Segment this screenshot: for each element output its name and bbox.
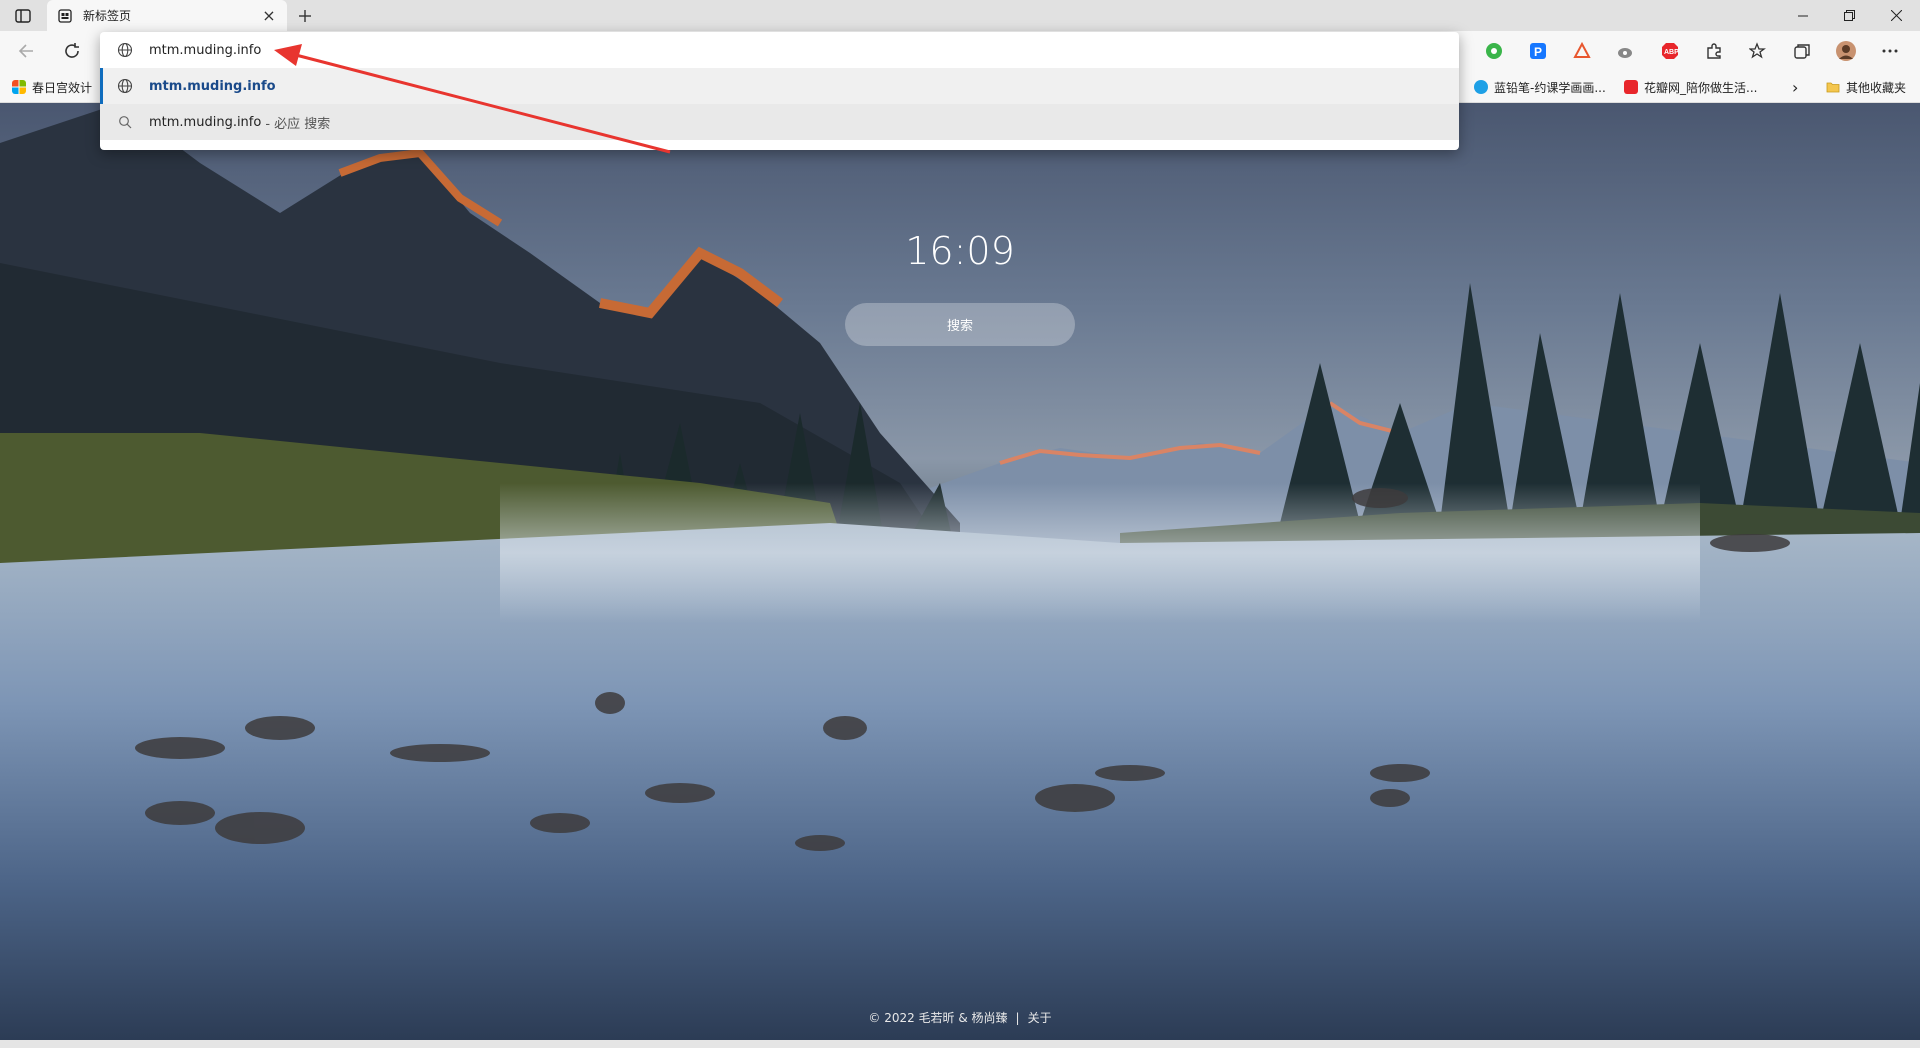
footer: © 2022 毛若昕 & 杨尚臻 | 关于 [0, 1009, 1920, 1026]
refresh-icon[interactable] [58, 39, 86, 63]
plus-icon [299, 10, 311, 22]
extensions-row: P ABP [1462, 39, 1902, 63]
clock: 16:09 [905, 229, 1015, 273]
new-tab-page: 16:09 搜索 © 2022 毛若昕 & 杨尚臻 | 关于 [0, 103, 1920, 1040]
weibo-ext-icon[interactable] [1614, 39, 1638, 63]
globe-icon [116, 41, 134, 59]
favorites-icon[interactable] [1746, 39, 1770, 63]
bookmarks-overflow-chevron-icon[interactable]: › [1792, 71, 1798, 103]
footer-copyright: © 2022 毛若昕 & 杨尚臻 [868, 1011, 1008, 1025]
suggestion-url-text: mtm.muding.info [149, 78, 276, 94]
abp-ext-icon[interactable]: ABP [1658, 39, 1682, 63]
footer-about-link[interactable]: 关于 [1028, 1011, 1052, 1025]
svg-text:P: P [1534, 45, 1542, 59]
svg-text:ABP: ABP [1664, 49, 1679, 56]
bookmark-item[interactable]: 蓝铅笔-约课学画画... [1474, 71, 1606, 103]
other-favorites-folder[interactable]: 其他收藏夹 [1826, 71, 1906, 103]
close-icon[interactable]: × [261, 6, 277, 25]
bookmark-label: 花瓣网_陪你做生活... [1644, 80, 1758, 95]
tab-actions-icon[interactable] [12, 6, 34, 26]
footer-separator: | [1015, 1011, 1020, 1025]
orange-ext-icon[interactable] [1570, 39, 1594, 63]
suggestion-search[interactable]: mtm.muding.info - 必应 搜索 [100, 104, 1459, 140]
ms-logo-icon [12, 80, 26, 94]
search-button[interactable]: 搜索 [845, 303, 1075, 346]
address-input[interactable]: mtm.muding.info [149, 43, 261, 58]
puzzle-icon[interactable] [1702, 39, 1726, 63]
collections-icon[interactable] [1790, 39, 1814, 63]
p-ext-icon[interactable]: P [1526, 39, 1550, 63]
new-tab-button[interactable] [292, 4, 318, 28]
taskbar-strip [0, 1040, 1920, 1048]
bookmark-item[interactable]: 花瓣网_陪你做生活... [1624, 71, 1757, 103]
bookmark-label: 蓝铅笔-约课学画画... [1494, 80, 1606, 95]
green-wheel-ext-icon[interactable] [1482, 39, 1506, 63]
back-arrow-icon[interactable] [12, 39, 40, 63]
suggestion-url[interactable]: mtm.muding.info [100, 68, 1459, 104]
more-icon[interactable] [1878, 39, 1902, 63]
newtab-favicon-icon [57, 8, 73, 24]
tab-new-tab[interactable]: 新标签页 × [47, 0, 287, 31]
huaban-icon [1624, 80, 1638, 94]
suggestion-search-query: mtm.muding.info [149, 114, 262, 130]
address-input-row[interactable]: mtm.muding.info [100, 32, 1459, 68]
bookmark-item[interactable]: 春日宫效计 [12, 71, 92, 103]
tab-strip: 新标签页 × [0, 0, 1920, 31]
lanqianbi-icon [1474, 80, 1488, 94]
globe-icon [116, 77, 134, 95]
close-window-icon[interactable] [1873, 0, 1920, 31]
search-icon [116, 113, 134, 131]
bookmark-label: 其他收藏夹 [1846, 80, 1907, 95]
folder-icon [1826, 82, 1840, 93]
bookmark-label: 春日宫效计 [32, 80, 93, 95]
suggestion-search-suffix: - 必应 搜索 [265, 116, 331, 132]
profile-avatar-icon[interactable] [1834, 39, 1858, 63]
minimize-icon[interactable] [1779, 0, 1826, 31]
restore-icon[interactable] [1826, 0, 1873, 31]
window-controls [1779, 0, 1920, 31]
tab-title: 新标签页 [83, 9, 132, 23]
address-bar-dropdown: mtm.muding.info mtm.muding.info mtm.mudi… [100, 32, 1459, 150]
